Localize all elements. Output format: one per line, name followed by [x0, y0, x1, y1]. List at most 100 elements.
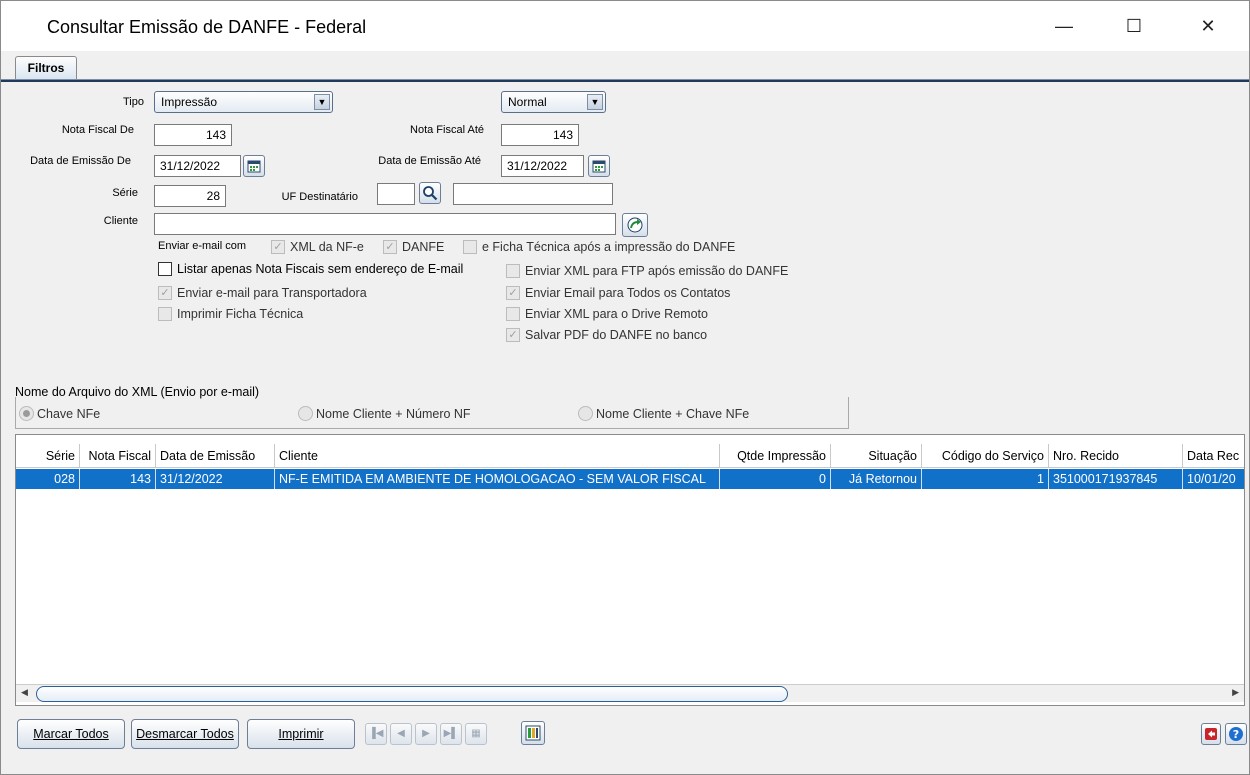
grid-header: Série Nota Fiscal Data de Emissão Client… — [16, 444, 1244, 468]
cell-qtde-impressao: 0 — [720, 469, 831, 489]
scroll-left-icon[interactable]: ◀ — [21, 687, 28, 698]
cell-situacao: Já Retornou — [831, 469, 922, 489]
checkbox-email-transportadora[interactable]: ✓ Enviar e-mail para Transportadora — [158, 286, 367, 300]
scrollbar-thumb[interactable] — [36, 686, 788, 702]
checkbox-xml-nfe[interactable]: ✓ XML da NF-e — [271, 240, 364, 254]
column-header-nro-recido[interactable]: Nro. Recido — [1049, 444, 1183, 467]
radio-nome-cliente-chave-nfe[interactable]: Nome Cliente + Chave NFe — [578, 406, 749, 421]
modo-select[interactable]: Normal ▼ — [501, 91, 606, 113]
checkbox-label: Listar apenas Nota Fiscais sem endereço … — [177, 262, 464, 276]
tab-strip: Filtros — [1, 51, 1249, 81]
checkbox-xml-ftp[interactable]: Enviar XML para FTP após emissão do DANF… — [506, 264, 788, 278]
radio-label: Chave NFe — [37, 406, 101, 421]
checkbox-label: Enviar e-mail para Transportadora — [177, 286, 367, 300]
radio-empty-icon — [578, 406, 593, 421]
cliente-label: Cliente — [103, 215, 138, 227]
maximize-button[interactable]: ☐ — [1111, 1, 1157, 51]
checkbox-empty-icon — [506, 264, 520, 278]
search-icon[interactable] — [419, 182, 441, 204]
column-header-situacao[interactable]: Situação — [831, 444, 922, 467]
marcar-todos-button[interactable]: Marcar Todos — [17, 719, 125, 749]
chevron-down-icon[interactable]: ▼ — [587, 94, 603, 110]
minimize-button[interactable]: — — [1041, 1, 1087, 51]
cell-data-emissao: 31/12/2022 — [156, 469, 275, 489]
exit-icon[interactable] — [1201, 723, 1221, 745]
modo-select-value: Normal — [508, 95, 547, 109]
data-emissao-de-input[interactable]: 31/12/2022 — [154, 155, 241, 177]
radio-label: Nome Cliente + Número NF — [316, 406, 471, 421]
tipo-select[interactable]: Impressão ▼ — [154, 91, 333, 113]
checkbox-xml-drive-remoto[interactable]: Enviar XML para o Drive Remoto — [506, 307, 708, 321]
calendar-icon[interactable] — [243, 155, 265, 177]
data-emissao-de-label: Data de Emissão De — [30, 155, 131, 167]
settings-tools-icon[interactable] — [521, 721, 545, 745]
uf-descricao-input — [453, 183, 613, 205]
checkbox-ficha-tecnica-email[interactable]: e Ficha Técnica após a impressão do DANF… — [463, 240, 735, 254]
checkbox-empty-icon — [506, 307, 520, 321]
checkbox-label: Imprimir Ficha Técnica — [177, 307, 304, 321]
checkbox-label: Enviar Email para Todos os Contatos — [525, 286, 731, 300]
cliente-input[interactable] — [154, 213, 616, 235]
results-grid[interactable]: Série Nota Fiscal Data de Emissão Client… — [15, 434, 1245, 706]
column-header-cliente[interactable]: Cliente — [275, 444, 720, 467]
checkbox-label: e Ficha Técnica após a impressão do DANF… — [482, 240, 736, 254]
checkbox-email-todos-contatos[interactable]: ✓ Enviar Email para Todos os Contatos — [506, 286, 730, 300]
column-header-data-emissao[interactable]: Data de Emissão — [156, 444, 275, 467]
window-title: Consultar Emissão de DANFE - Federal — [47, 17, 367, 37]
tab-filtros[interactable]: Filtros — [15, 56, 77, 81]
serie-input[interactable]: 28 — [154, 185, 226, 207]
serie-label: Série — [112, 187, 138, 199]
nota-fiscal-ate-input[interactable]: 143 — [501, 124, 579, 146]
cell-serie: 028 — [16, 469, 80, 489]
cell-codigo-servico: 1 — [922, 469, 1049, 489]
cell-cliente: NF-E EMITIDA EM AMBIENTE DE HOMOLOGACAO … — [275, 469, 720, 489]
table-row[interactable]: 028 143 31/12/2022 NF-E EMITIDA EM AMBIE… — [16, 469, 1244, 489]
first-record-icon[interactable]: ▐◀ — [365, 723, 387, 745]
check-icon: ✓ — [271, 240, 285, 254]
nota-fiscal-de-label: Nota Fiscal De — [61, 124, 134, 136]
column-header-nota-fiscal[interactable]: Nota Fiscal — [80, 444, 156, 467]
radio-nome-cliente-numero-nf[interactable]: Nome Cliente + Número NF — [298, 406, 471, 421]
close-button[interactable]: ✕ — [1185, 1, 1231, 51]
column-header-serie[interactable]: Série — [16, 444, 80, 467]
imprimir-button[interactable]: Imprimir — [247, 719, 355, 749]
last-record-icon[interactable]: ▶▌ — [440, 723, 462, 745]
checkbox-salvar-pdf[interactable]: ✓ Salvar PDF do DANFE no banco — [506, 328, 707, 342]
checkbox-imprimir-ficha[interactable]: Imprimir Ficha Técnica — [158, 307, 303, 321]
checkbox-label: XML da NF-e — [290, 240, 364, 254]
app-window: Consultar Emissão de DANFE - Federal — ☐… — [0, 0, 1250, 775]
data-emissao-ate-input[interactable]: 31/12/2022 — [501, 155, 584, 177]
next-record-icon[interactable]: ▶ — [415, 723, 437, 745]
enviar-email-text: Enviar e-mail com — [158, 240, 247, 252]
chevron-down-icon[interactable]: ▼ — [314, 94, 330, 110]
checkbox-label: Enviar XML para FTP após emissão do DANF… — [525, 264, 789, 278]
horizontal-scrollbar[interactable]: ◀ ▶ — [16, 684, 1244, 702]
nota-fiscal-de-input[interactable]: 143 — [154, 124, 232, 146]
calendar-icon[interactable] — [588, 155, 610, 177]
check-icon: ✓ — [506, 286, 520, 300]
column-header-qtde-impressao[interactable]: Qtde Impressão — [720, 444, 831, 467]
grid-view-icon[interactable]: ▦ — [465, 723, 487, 745]
previous-record-icon[interactable]: ◀ — [390, 723, 412, 745]
checkbox-empty-icon — [158, 307, 172, 321]
radio-selected-icon — [19, 406, 34, 421]
help-icon[interactable]: ? — [1225, 723, 1247, 745]
scroll-right-icon[interactable]: ▶ — [1232, 687, 1239, 698]
radio-empty-icon — [298, 406, 313, 421]
column-header-codigo-servico[interactable]: Código do Serviço — [922, 444, 1049, 467]
checkbox-empty-icon — [158, 262, 172, 276]
refresh-arrow-icon[interactable] — [622, 213, 648, 237]
check-icon: ✓ — [506, 328, 520, 342]
uf-destinatario-input[interactable] — [377, 183, 415, 205]
column-header-data-rec[interactable]: Data Rec — [1183, 444, 1244, 467]
tab-underline — [1, 79, 1249, 82]
checkbox-listar-sem-email[interactable]: Listar apenas Nota Fiscais sem endereço … — [158, 262, 463, 276]
checkbox-danfe[interactable]: ✓ DANFE — [383, 240, 444, 254]
svg-text:?: ? — [1233, 728, 1239, 741]
enviar-email-label: Enviar e-mail com — [158, 240, 246, 252]
check-icon: ✓ — [158, 286, 172, 300]
desmarcar-todos-button[interactable]: Desmarcar Todos — [131, 719, 239, 749]
uf-destinatario-label: UF Destinatário — [281, 191, 358, 203]
checkbox-label: Enviar XML para o Drive Remoto — [525, 307, 708, 321]
radio-chave-nfe[interactable]: Chave NFe — [19, 406, 100, 421]
